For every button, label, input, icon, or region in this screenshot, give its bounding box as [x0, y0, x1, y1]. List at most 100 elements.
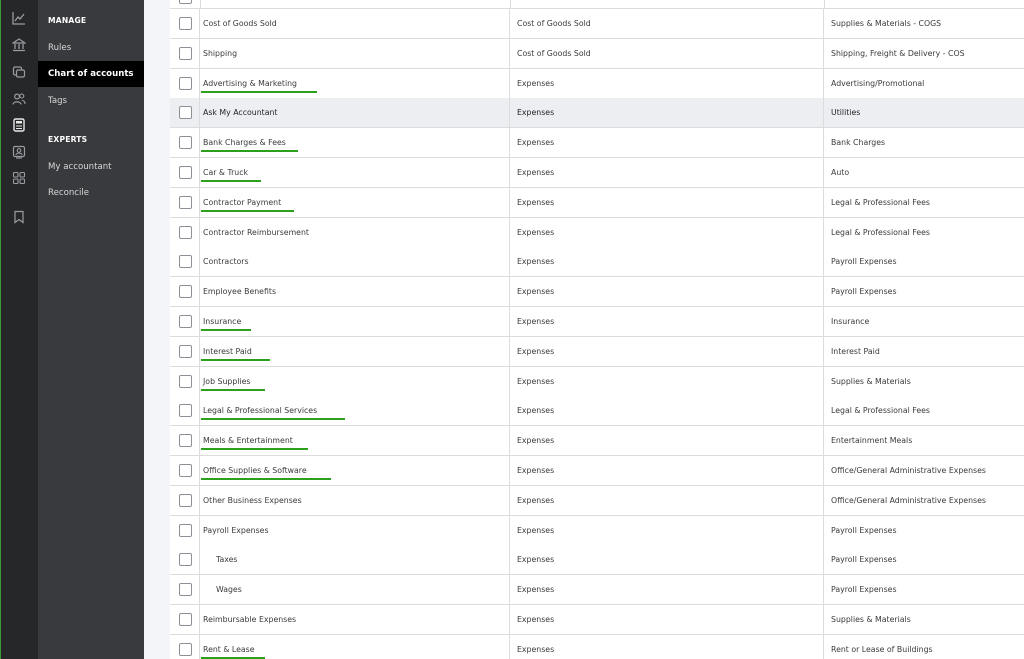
table-row[interactable]: Advertising & Marketing Expenses Advertisi…	[170, 68, 1024, 99]
account-type: Expenses	[510, 396, 824, 426]
bank-icon[interactable]	[12, 38, 26, 52]
menu-item-reconcile[interactable]: Reconcile	[38, 180, 144, 206]
row-checkbox[interactable]	[179, 136, 192, 150]
row-checkbox[interactable]	[179, 404, 192, 418]
row-checkbox[interactable]	[179, 46, 192, 60]
account-type: Expenses	[510, 634, 824, 659]
menu-item-chart-of-accounts[interactable]: Chart of accounts	[38, 61, 144, 87]
row-checkbox[interactable]	[179, 434, 192, 448]
checkbox[interactable]	[179, 0, 192, 4]
table-row[interactable]: Ask My Accountant Expenses Utilities	[170, 98, 1024, 129]
row-checkbox[interactable]	[179, 166, 192, 179]
detail-type: Payroll Expenses	[831, 555, 897, 565]
detail-type: Utilities	[831, 108, 861, 118]
account-name: Reimbursable Expenses	[200, 605, 510, 634]
table-row[interactable]: Car & Truck Expenses Auto	[170, 158, 1024, 188]
row-checkbox[interactable]	[179, 106, 192, 120]
row-checkbox[interactable]	[179, 613, 192, 626]
table-row[interactable]: Job Supplies Expenses Supplies & Materials	[170, 366, 1024, 397]
row-checkbox[interactable]	[179, 344, 192, 358]
table-row[interactable]: Contractor Reimbursement Expenses Legal & …	[170, 217, 1024, 248]
annotation-underline	[201, 90, 317, 93]
row-checkbox[interactable]	[179, 553, 192, 567]
row-checkbox[interactable]	[179, 374, 192, 388]
table-row[interactable]: Wages Expenses Payroll Expenses	[170, 575, 1024, 606]
annotation-underline	[201, 448, 308, 451]
table-row[interactable]: Insurance Expenses Insurance	[170, 307, 1024, 337]
account-name: Contractors	[200, 247, 510, 277]
checkbox-cell	[170, 68, 200, 98]
checkbox-cell	[170, 158, 200, 187]
detail-type: Supplies & Materials - COGS	[831, 19, 942, 28]
checkbox-cell	[170, 396, 200, 426]
annotation-underline	[201, 209, 294, 212]
detail-type: Advertising/Promotional	[831, 78, 925, 88]
row-checkbox[interactable]	[179, 523, 192, 537]
account-name: Shipping	[200, 38, 510, 68]
annotation-underline	[201, 358, 270, 361]
account-type: Cost of Goods Sold	[510, 9, 824, 38]
account-type: Expenses	[510, 187, 824, 217]
checkbox-cell	[170, 277, 200, 307]
table-row[interactable]: Interest Paid Expenses Interest Paid	[170, 336, 1024, 367]
account-type: Cost of Goods Sold	[510, 38, 824, 68]
annotation-underline	[201, 656, 265, 659]
row-checkbox[interactable]	[179, 464, 192, 477]
row-checkbox[interactable]	[179, 493, 192, 507]
previous-row-stub	[170, 0, 1024, 9]
row-checkbox[interactable]	[179, 255, 192, 269]
detail-type: Insurance	[831, 317, 870, 326]
account-name: Meals & Entertainment	[200, 426, 510, 456]
id-card-icon[interactable]	[12, 145, 26, 159]
table-row[interactable]: Cost of Goods Sold Cost of Goods Sold Supp…	[170, 9, 1024, 39]
table-row[interactable]: Contractors Expenses Payroll Expenses	[170, 247, 1024, 278]
checkbox-cell	[170, 426, 200, 456]
checkbox-cell	[170, 366, 200, 396]
table-row[interactable]: Shipping Cost of Goods Sold Shipping, Frei…	[170, 38, 1024, 69]
checkbox-cell	[170, 217, 200, 247]
detail-type: Office/General Administrative Expenses	[831, 466, 986, 475]
checkbox-cell	[170, 336, 200, 366]
receipt-icon[interactable]	[12, 65, 26, 79]
calculator-icon[interactable]	[12, 118, 26, 132]
people-icon[interactable]	[12, 92, 26, 106]
table-row[interactable]: Employee Benefits Expenses Payroll Expense…	[170, 277, 1024, 308]
account-type: Expenses	[510, 605, 824, 634]
table-row[interactable]: Office Supplies & Software Expenses Office…	[170, 456, 1024, 486]
row-checkbox[interactable]	[179, 76, 192, 90]
checkbox-cell	[170, 456, 200, 485]
account-name: Employee Benefits	[200, 277, 510, 307]
table-row[interactable]: Other Business Expenses Expenses Office/Ge…	[170, 485, 1024, 516]
table-row[interactable]: Contractor Payment Expenses Legal & Profes…	[170, 187, 1024, 218]
account-name: Taxes	[200, 545, 510, 575]
account-type: Expenses	[510, 277, 824, 307]
table-row[interactable]: Reimbursable Expenses Expenses Supplies & …	[170, 605, 1024, 635]
apps-grid-icon[interactable]	[12, 171, 26, 185]
row-checkbox[interactable]	[179, 225, 192, 239]
table-row[interactable]: Meals & Entertainment Expenses Entertainme…	[170, 426, 1024, 457]
account-type: Expenses	[510, 545, 824, 575]
account-name: Contractor Payment	[200, 187, 510, 217]
menu-item-my-accountant[interactable]: My accountant	[38, 154, 144, 180]
table-row[interactable]: Bank Charges & Fees Expenses Bank Charges	[170, 128, 1024, 159]
bookmark-icon[interactable]	[12, 210, 26, 224]
table-row[interactable]: Rent & Lease Expenses Rent or Lease of Bui…	[170, 634, 1024, 659]
chart-line-icon[interactable]	[12, 11, 26, 25]
detail-type: Legal & Professional Fees	[831, 227, 930, 237]
menu-heading-manage: MANAGE	[48, 16, 87, 25]
row-checkbox[interactable]	[179, 583, 192, 597]
menu-item-tags[interactable]: Tags	[38, 88, 144, 114]
row-checkbox[interactable]	[179, 195, 192, 209]
annotation-underline	[201, 388, 265, 391]
menu-item-rules[interactable]: Rules	[38, 35, 144, 61]
row-checkbox[interactable]	[179, 315, 192, 328]
row-checkbox[interactable]	[179, 642, 192, 656]
table-row[interactable]: Legal & Professional Services Expenses Leg…	[170, 396, 1024, 427]
row-checkbox[interactable]	[179, 17, 192, 30]
row-checkbox[interactable]	[179, 285, 192, 299]
table-row[interactable]: Taxes Expenses Payroll Expenses	[170, 545, 1024, 576]
table-row[interactable]: Payroll Expenses Expenses Payroll Expenses	[170, 515, 1024, 546]
detail-type: Payroll Expenses	[831, 287, 897, 297]
detail-type: Payroll Expenses	[831, 585, 897, 595]
account-name: Legal & Professional Services	[200, 396, 510, 426]
